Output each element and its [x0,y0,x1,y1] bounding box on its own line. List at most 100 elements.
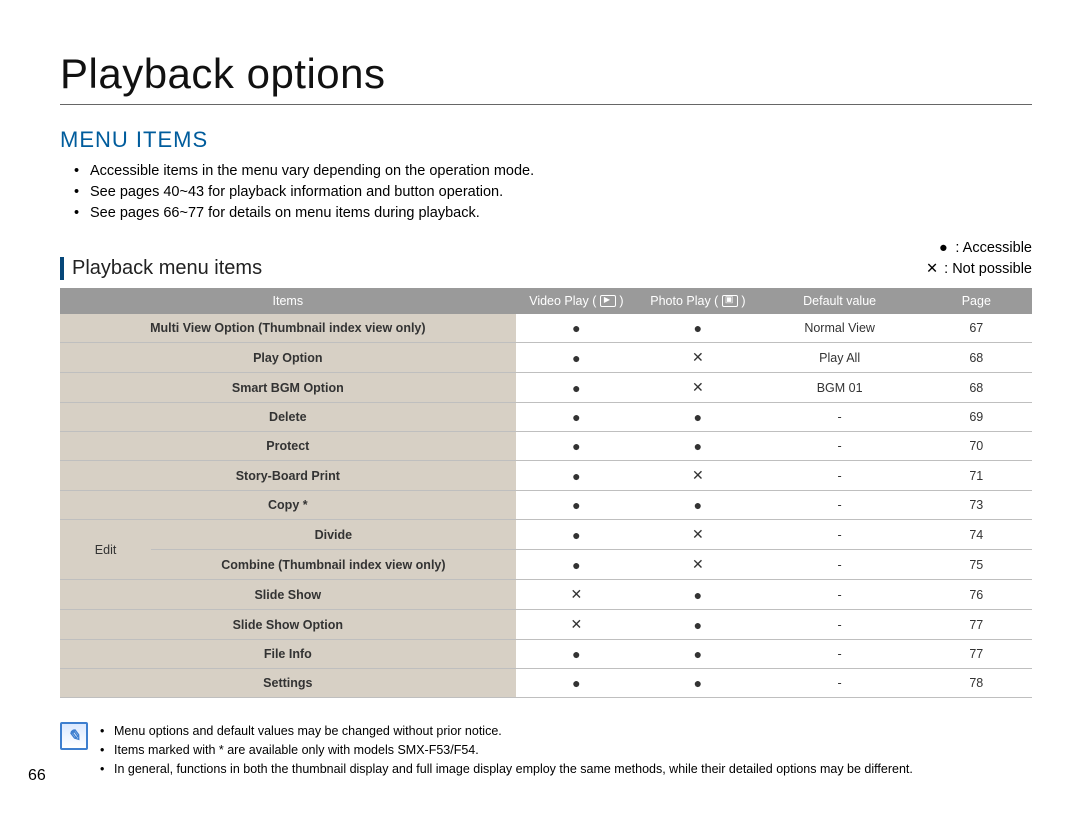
legend-accessible-label: : Accessible [955,240,1032,256]
table-row: Combine (Thumbnail index view only)●✕-75 [60,550,1032,580]
intro-item: See pages 40~43 for playback information… [74,182,1032,203]
cell-video: ● [516,640,638,669]
cell-video: ● [516,669,638,698]
item-name: Smart BGM Option [60,373,516,403]
cell-video: ● [516,491,638,520]
table-row: File Info●●-77 [60,640,1032,669]
note-icon: ✎ [60,722,88,750]
cell-video: ● [516,520,638,550]
cell-page: 67 [921,314,1032,343]
item-name: Settings [60,669,516,698]
cell-photo: ✕ [637,373,759,403]
video-mode-icon [600,295,616,307]
cell-video: ● [516,432,638,461]
playback-menu-table: Items Video Play ( ) Photo Play ( ) Defa… [60,288,1032,698]
photo-mode-icon [722,295,738,307]
cell-default: - [759,580,921,610]
cell-page: 68 [921,373,1032,403]
note-item: Menu options and default values may be c… [100,722,913,741]
th-page: Page [921,288,1032,314]
cell-photo: ✕ [637,461,759,491]
th-photo-close: ) [741,294,745,308]
cell-video: ● [516,550,638,580]
cell-video: ● [516,343,638,373]
cell-photo: ● [637,610,759,640]
cell-photo: ● [637,403,759,432]
cell-page: 69 [921,403,1032,432]
cell-photo: ● [637,640,759,669]
table-row: Play Option●✕Play All68 [60,343,1032,373]
table-row: Settings●●-78 [60,669,1032,698]
table-row: Slide Show Option✕●-77 [60,610,1032,640]
cell-page: 76 [921,580,1032,610]
cell-photo: ● [637,314,759,343]
cell-default: - [759,640,921,669]
cell-photo: ✕ [637,343,759,373]
cell-photo: ● [637,491,759,520]
th-default: Default value [759,288,921,314]
th-photo: Photo Play ( ) [637,288,759,314]
table-row: Delete●●-69 [60,403,1032,432]
th-photo-label: Photo Play ( [650,294,718,308]
legend: ● : Accessible ✕ : Not possible [924,238,1032,280]
item-name: Slide Show [60,580,516,610]
table-row: Slide Show✕●-76 [60,580,1032,610]
page-title: Playback options [60,50,1032,105]
cell-video: ✕ [516,580,638,610]
table-row: Multi View Option (Thumbnail index view … [60,314,1032,343]
cell-default: Play All [759,343,921,373]
th-video: Video Play ( ) [516,288,638,314]
legend-notpossible-label: : Not possible [944,261,1032,277]
cell-video: ● [516,461,638,491]
cell-photo: ● [637,580,759,610]
cell-video: ● [516,403,638,432]
cell-page: 74 [921,520,1032,550]
table-row: Smart BGM Option●✕BGM 0168 [60,373,1032,403]
item-name: Copy * [60,491,516,520]
cell-video: ✕ [516,610,638,640]
cell-default: - [759,403,921,432]
th-items: Items [60,288,516,314]
legend-notpossible-symbol: ✕ [924,259,940,280]
item-name: Protect [60,432,516,461]
page-number: 66 [28,767,46,785]
cell-default: BGM 01 [759,373,921,403]
item-name: Multi View Option (Thumbnail index view … [60,314,516,343]
item-name: Combine (Thumbnail index view only) [151,550,516,580]
note-list: Menu options and default values may be c… [100,722,913,778]
cell-default: - [759,610,921,640]
item-name: Delete [60,403,516,432]
item-name: Divide [151,520,516,550]
cell-page: 77 [921,610,1032,640]
note-box: ✎ Menu options and default values may be… [60,722,1032,778]
cell-default: - [759,550,921,580]
item-name: File Info [60,640,516,669]
cell-default: - [759,669,921,698]
cell-page: 73 [921,491,1032,520]
th-video-close: ) [619,294,623,308]
cell-page: 77 [921,640,1032,669]
note-item: Items marked with * are available only w… [100,741,913,760]
cell-page: 71 [921,461,1032,491]
intro-item: See pages 66~77 for details on menu item… [74,203,1032,224]
item-name: Story-Board Print [60,461,516,491]
cell-page: 78 [921,669,1032,698]
intro-item: Accessible items in the menu vary depend… [74,161,1032,182]
item-name: Play Option [60,343,516,373]
cell-video: ● [516,314,638,343]
cell-default: - [759,520,921,550]
note-item: In general, functions in both the thumbn… [100,760,913,779]
cell-video: ● [516,373,638,403]
cell-photo: ● [637,669,759,698]
th-video-label: Video Play ( [529,294,596,308]
cell-photo: ● [637,432,759,461]
legend-accessible-symbol: ● [935,238,951,259]
table-row: Story-Board Print●✕-71 [60,461,1032,491]
table-row: Copy *●●-73 [60,491,1032,520]
cell-photo: ✕ [637,520,759,550]
sub-section-title: Playback menu items [60,257,262,280]
cell-page: 75 [921,550,1032,580]
cell-default: Normal View [759,314,921,343]
cell-default: - [759,432,921,461]
cell-default: - [759,461,921,491]
